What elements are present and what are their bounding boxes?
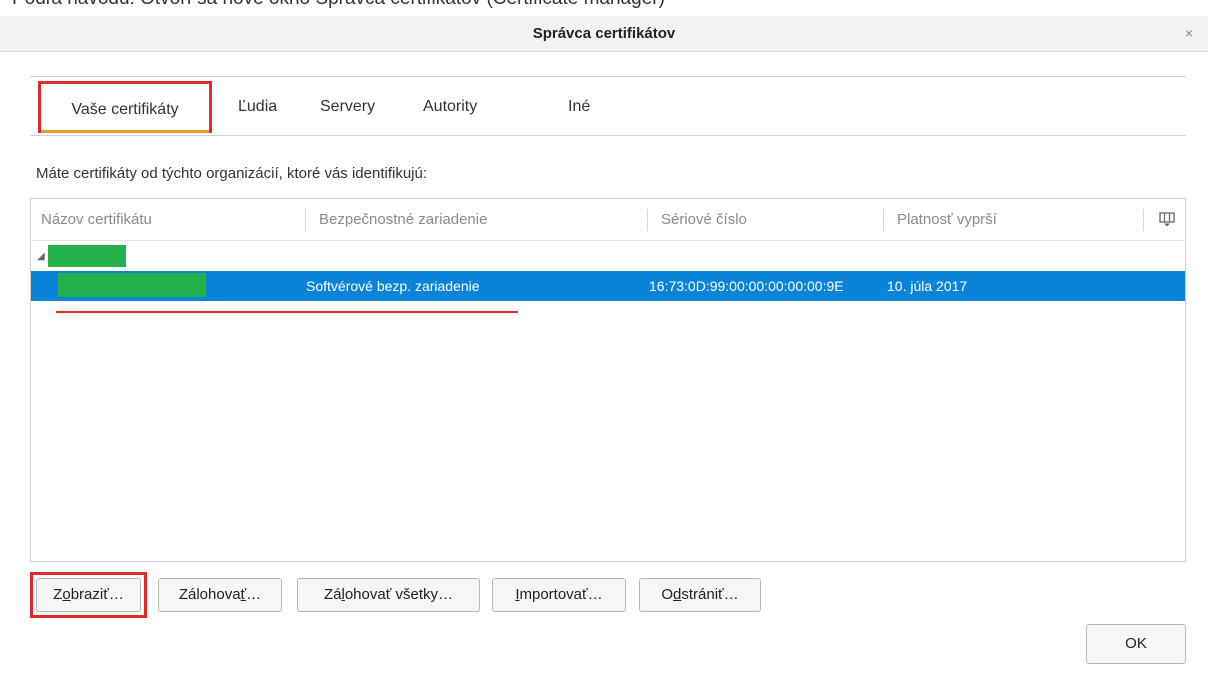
- button-label-part: mportovať…: [519, 586, 603, 603]
- column-separator[interactable]: [305, 209, 306, 231]
- active-tab-indicator: [41, 130, 209, 133]
- button-label-part: strániť…: [681, 586, 739, 603]
- import-button[interactable]: Importovať…: [492, 578, 626, 612]
- tab-people[interactable]: Ľudia: [238, 81, 277, 133]
- redacted-organization-name: [48, 245, 126, 267]
- tab-label: Vaše certifikáty: [71, 101, 179, 118]
- tab-servers[interactable]: Servery: [320, 81, 375, 133]
- expand-triangle-icon[interactable]: ◢: [37, 251, 45, 262]
- accesskey: o: [62, 586, 71, 603]
- tab-your-certificates[interactable]: Vaše certifikáty: [38, 81, 212, 133]
- view-button[interactable]: Zobraziť…: [36, 578, 141, 612]
- column-header-serial[interactable]: Sériové číslo: [661, 199, 747, 241]
- certificate-tree[interactable]: Názov certifikátu Bezpečnostné zariadeni…: [30, 198, 1186, 562]
- button-label-part: …: [246, 586, 262, 603]
- redacted-certificate-name: [58, 273, 206, 297]
- ok-button[interactable]: OK: [1086, 624, 1186, 664]
- cell-device: Softvérové bezp. zariadenie: [306, 278, 480, 294]
- column-header-device[interactable]: Bezpečnostné zariadenie: [319, 199, 487, 241]
- cell-serial: 16:73:0D:99:00:00:00:00:00:9E: [649, 278, 844, 294]
- button-label-part: Zá: [323, 586, 342, 603]
- window-title: Správca certifikátov: [532, 25, 676, 42]
- button-label-part: Zálohova: [178, 586, 241, 603]
- tab-strip: Vaše certifikáty Ľudia Servery Autority …: [30, 76, 1186, 136]
- tab-others[interactable]: Iné: [568, 81, 590, 133]
- tree-header: Názov certifikátu Bezpečnostné zariadeni…: [31, 199, 1185, 241]
- intro-text: Máte certifikáty od týchto organizácií, …: [36, 165, 428, 182]
- delete-button[interactable]: Odstrániť…: [639, 578, 761, 612]
- title-bar: Správca certifikátov ×: [0, 16, 1208, 52]
- column-picker-icon[interactable]: [1159, 211, 1175, 227]
- organization-group-row[interactable]: ◢: [31, 241, 1185, 271]
- column-separator[interactable]: [883, 209, 884, 231]
- column-separator[interactable]: [1143, 209, 1144, 231]
- table-row[interactable]: Softvérové bezp. zariadenie 16:73:0D:99:…: [31, 271, 1185, 301]
- backup-button[interactable]: Zálohovať…: [158, 578, 282, 612]
- backup-all-button[interactable]: Zálohovať všetky…: [297, 578, 480, 612]
- tab-authorities[interactable]: Autority: [423, 81, 477, 133]
- button-label-part: O: [661, 586, 673, 603]
- button-label-part: Z: [53, 586, 63, 603]
- cell-expires: 10. júla 2017: [887, 278, 968, 294]
- column-header-name[interactable]: Názov certifikátu: [41, 199, 152, 241]
- button-label-part: ohovať všetky…: [344, 586, 454, 603]
- close-icon[interactable]: ×: [1180, 24, 1198, 42]
- column-header-expires[interactable]: Platnosť vyprší: [897, 199, 997, 241]
- column-separator[interactable]: [647, 209, 648, 231]
- certificate-manager-dialog: Správca certifikátov × Vaše certifikáty …: [0, 0, 1208, 680]
- button-label-part: braziť…: [70, 586, 124, 603]
- highlight-underline: [56, 311, 518, 313]
